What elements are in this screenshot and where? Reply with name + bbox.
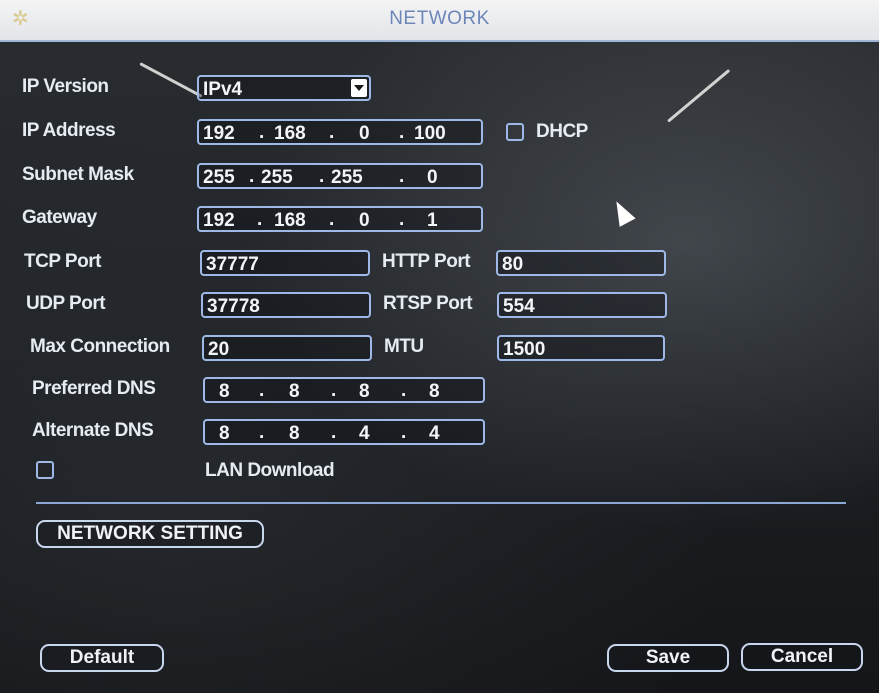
ip-separator: . — [329, 209, 335, 230]
rtsp-port-input[interactable]: 554 — [497, 292, 667, 318]
cancel-button[interactable]: Cancel — [741, 643, 863, 671]
glare-reflection — [667, 68, 731, 123]
dhcp-checkbox[interactable] — [506, 123, 524, 141]
ip-separator: . — [259, 380, 265, 401]
ip-separator: . — [329, 122, 335, 143]
lan-download-label: LAN Download — [205, 460, 335, 481]
gateway-octet-3[interactable]: 0 — [359, 210, 370, 232]
subnet-mask-field[interactable]: 255 . 255 . 255 . 0 — [197, 163, 483, 189]
ip-separator: . — [399, 166, 405, 187]
ip-address-label: IP Address — [22, 120, 116, 141]
http-port-input[interactable]: 80 — [496, 250, 666, 276]
udp-port-value: 37778 — [207, 296, 260, 317]
tcp-port-value: 37777 — [206, 254, 259, 275]
preferred-dns-field[interactable]: 8 . 8 . 8 . 8 — [203, 377, 485, 403]
ip-separator: . — [259, 122, 265, 143]
ip-separator: . — [331, 422, 337, 443]
http-port-value: 80 — [502, 254, 524, 275]
udp-port-label: UDP Port — [26, 293, 106, 314]
ip-separator: . — [399, 122, 405, 143]
ip-version-label: IP Version — [22, 76, 109, 97]
tcp-port-label: TCP Port — [24, 251, 101, 272]
title-bar: ✲ NETWORK — [0, 0, 879, 42]
gateway-label: Gateway — [22, 207, 97, 228]
mtu-input[interactable]: 1500 — [497, 335, 665, 361]
ip-version-value: IPv4 — [203, 79, 243, 100]
ip-separator: . — [331, 380, 337, 401]
ip-address-octet-3[interactable]: 0 — [359, 123, 370, 145]
ip-separator: . — [257, 209, 263, 230]
mtu-label: MTU — [384, 336, 424, 357]
ip-separator: . — [259, 422, 265, 443]
gateway-octet-1[interactable]: 192 — [203, 210, 235, 232]
max-connection-input[interactable]: 20 — [202, 335, 372, 361]
preferred-dns-label: Preferred DNS — [32, 378, 156, 399]
preferred-dns-octet-2[interactable]: 8 — [289, 381, 300, 403]
dropdown-arrow-icon[interactable] — [351, 79, 367, 97]
ip-separator: . — [401, 380, 407, 401]
lan-download-checkbox[interactable] — [36, 461, 54, 479]
network-setting-button[interactable]: NETWORK SETTING — [36, 520, 264, 548]
alternate-dns-octet-2[interactable]: 8 — [289, 423, 300, 445]
max-connection-value: 20 — [208, 339, 230, 360]
save-button[interactable]: Save — [607, 644, 729, 672]
rtsp-port-value: 554 — [503, 296, 535, 317]
alternate-dns-octet-3[interactable]: 4 — [359, 423, 370, 445]
window-title: NETWORK — [389, 8, 490, 29]
max-connection-label: Max Connection — [30, 336, 170, 357]
dvr-screen: ✲ NETWORK IP Version IPv4 IP Address 192… — [0, 0, 879, 693]
preferred-dns-octet-1[interactable]: 8 — [219, 381, 230, 403]
ip-version-select[interactable]: IPv4 — [197, 75, 371, 101]
ip-separator: . — [399, 209, 405, 230]
subnet-mask-octet-1[interactable]: 255 — [203, 167, 235, 189]
preferred-dns-octet-3[interactable]: 8 — [359, 381, 370, 403]
subnet-mask-octet-4[interactable]: 0 — [427, 167, 438, 189]
preferred-dns-octet-4[interactable]: 8 — [429, 381, 440, 403]
ip-separator: . — [401, 422, 407, 443]
ip-address-field[interactable]: 192 . 168 . 0 . 100 — [197, 119, 483, 145]
alternate-dns-octet-4[interactable]: 4 — [429, 423, 440, 445]
alternate-dns-field[interactable]: 8 . 8 . 4 . 4 — [203, 419, 485, 445]
ip-address-octet-2[interactable]: 168 — [274, 123, 306, 145]
ip-address-octet-4[interactable]: 100 — [414, 123, 446, 145]
gateway-octet-4[interactable]: 1 — [427, 210, 438, 232]
tcp-port-input[interactable]: 37777 — [200, 250, 370, 276]
subnet-mask-octet-3[interactable]: 255 — [331, 167, 363, 189]
section-divider — [36, 502, 846, 504]
subnet-mask-label: Subnet Mask — [22, 164, 134, 185]
rtsp-port-label: RTSP Port — [383, 293, 473, 314]
alternate-dns-octet-1[interactable]: 8 — [219, 423, 230, 445]
ip-separator: . — [319, 166, 325, 187]
udp-port-input[interactable]: 37778 — [201, 292, 371, 318]
subnet-mask-octet-2[interactable]: 255 — [261, 167, 293, 189]
ip-separator: . — [249, 166, 255, 187]
gateway-octet-2[interactable]: 168 — [274, 210, 306, 232]
mtu-value: 1500 — [503, 339, 546, 360]
dhcp-label: DHCP — [536, 121, 588, 142]
gateway-field[interactable]: 192 . 168 . 0 . 1 — [197, 206, 483, 232]
alternate-dns-label: Alternate DNS — [32, 420, 154, 441]
ip-address-octet-1[interactable]: 192 — [203, 123, 235, 145]
mouse-cursor-icon — [608, 197, 636, 227]
glare-reflection — [139, 62, 203, 98]
http-port-label: HTTP Port — [382, 251, 471, 272]
default-button[interactable]: Default — [40, 644, 164, 672]
